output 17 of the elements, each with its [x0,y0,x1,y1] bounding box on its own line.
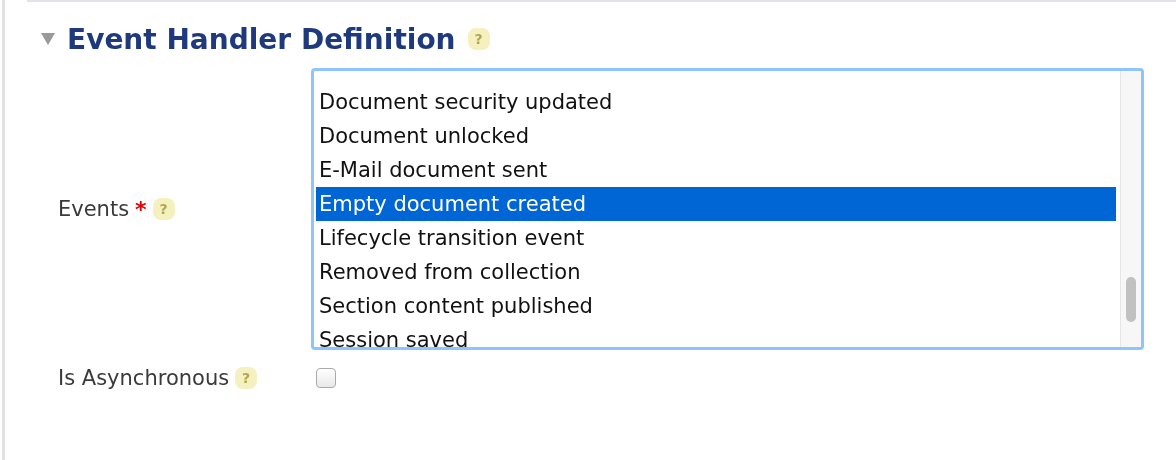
checkbox[interactable] [316,368,336,388]
section-title: Event Handler Definition [67,22,456,56]
list-option[interactable]: E-Mail document sent [316,153,1116,187]
field-label: Is Asynchronous [58,366,230,390]
required-mark: * [135,196,147,222]
field-label: Events [58,197,130,221]
list-option[interactable]: Lifecycle transition event [316,221,1116,255]
list-option[interactable]: Document security updated [316,85,1116,119]
list-option[interactable]: Session saved [316,323,1116,347]
scrollbar[interactable] [1120,71,1141,347]
list-option[interactable]: Empty document created [316,187,1116,221]
list-option[interactable]: Document unlocked [316,119,1116,153]
scroll-thumb[interactable] [1126,277,1136,322]
list-option[interactable]: Removed from collection [316,255,1116,289]
events-listbox[interactable]: Document security updated Document unlocked E-Mail document sent Empty document created Lifecycle transition event Removed from collection Section content published Session saved [311,68,1144,350]
list-option[interactable]: Section content published [316,289,1116,323]
collapse-triangle-icon[interactable] [41,33,55,45]
